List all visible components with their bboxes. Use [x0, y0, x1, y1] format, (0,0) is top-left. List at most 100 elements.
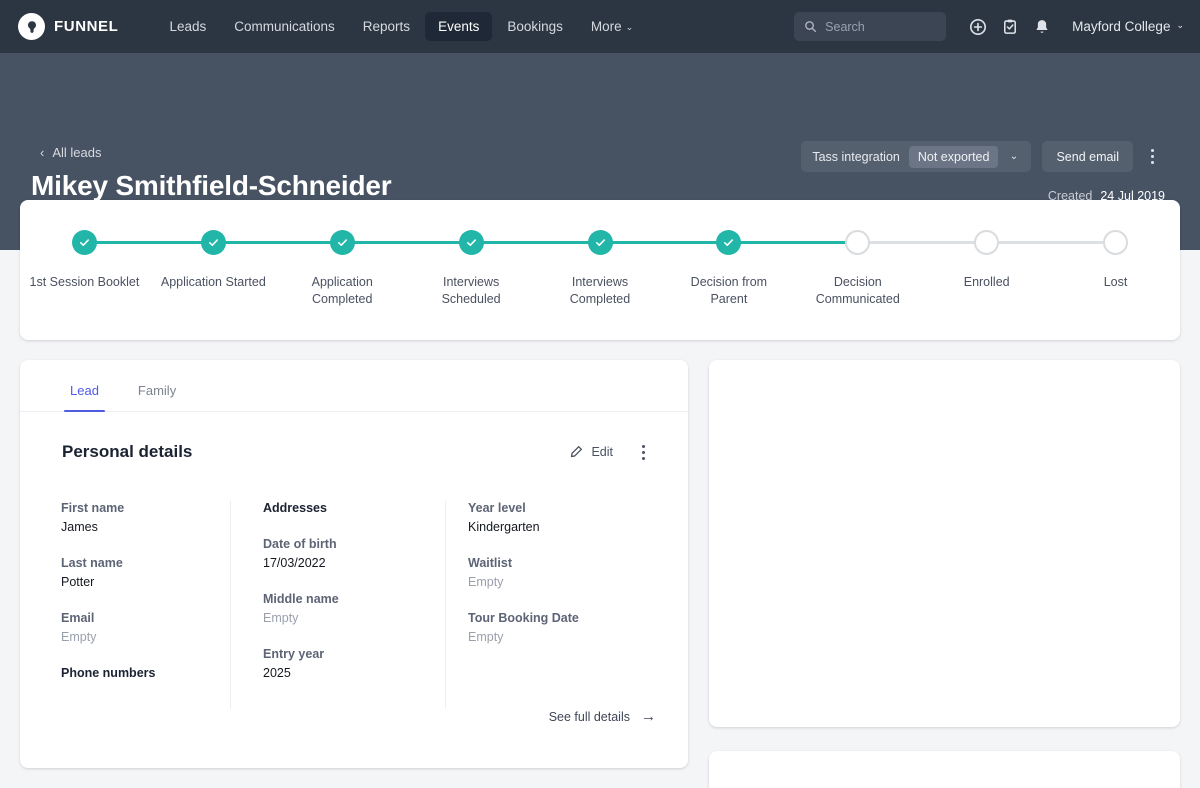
org-name-label: Mayford College: [1072, 19, 1171, 34]
field-middle-name: Middle name Empty: [263, 592, 445, 625]
nav-item-bookings[interactable]: Bookings: [494, 12, 576, 41]
details-column-1: First name James Last name Potter Email …: [20, 501, 230, 709]
step-label: Enrolled: [963, 275, 1010, 289]
check-icon: [595, 239, 605, 246]
field-label: Waitlist: [468, 556, 512, 570]
check-icon: [724, 239, 734, 246]
field-last-name: Last name Potter: [61, 556, 230, 589]
search-box[interactable]: [794, 12, 947, 41]
field-label: Phone numbers: [61, 666, 156, 680]
section-more-options-kebab-icon[interactable]: [631, 440, 655, 464]
step-enrolled[interactable]: Enrolled: [922, 200, 1052, 340]
step-application-started[interactable]: Application Started: [148, 200, 278, 340]
nav-item-communications-label: Communications: [234, 19, 335, 34]
step-label: Application Completed: [311, 275, 373, 306]
step-lost[interactable]: Lost: [1051, 200, 1180, 340]
field-label: Addresses: [263, 501, 327, 515]
edit-button-label: Edit: [591, 445, 613, 459]
step-node[interactable]: [1103, 230, 1129, 255]
back-to-all-leads-link[interactable]: ‹ All leads: [40, 145, 101, 160]
nav-item-events[interactable]: Events: [425, 12, 493, 41]
step-interviews-completed[interactable]: Interviews Completed: [535, 200, 665, 340]
tab-lead-label: Lead: [70, 383, 99, 398]
add-circle-icon[interactable]: [962, 11, 994, 43]
field-value: James: [61, 520, 98, 534]
org-switcher[interactable]: Mayford College ⌄: [1072, 19, 1184, 34]
edit-button[interactable]: Edit: [569, 445, 613, 459]
brand-logo-group[interactable]: FUNNEL: [18, 13, 118, 40]
field-value: Empty: [468, 575, 504, 589]
send-email-button[interactable]: Send email: [1042, 141, 1133, 172]
field-label: Email: [61, 611, 95, 625]
field-addresses[interactable]: Addresses: [263, 501, 445, 515]
tab-family[interactable]: Family: [136, 383, 178, 411]
field-date-of-birth: Date of birth 17/03/2022: [263, 537, 445, 570]
top-navigation-bar: FUNNEL Leads Communications Reports Even…: [0, 0, 1200, 53]
step-label: Interviews Scheduled: [441, 275, 501, 306]
lead-detail-page: FUNNEL Leads Communications Reports Even…: [0, 0, 1200, 788]
step-interviews-scheduled[interactable]: Interviews Scheduled: [406, 200, 536, 340]
field-value: Empty: [263, 611, 299, 625]
step-label: Decision from Parent: [690, 275, 768, 306]
step-node[interactable]: [458, 230, 484, 255]
right-panel-card-primary: [709, 360, 1180, 727]
chevron-down-icon: ⌄: [625, 22, 634, 32]
personal-details-header: Personal details Edit: [20, 412, 688, 464]
nav-item-reports[interactable]: Reports: [350, 12, 423, 41]
pipeline-stepper: 1st Session Booklet Application Started: [20, 200, 1180, 340]
step-node[interactable]: [200, 230, 226, 255]
back-link-label: All leads: [52, 145, 102, 160]
search-input[interactable]: [825, 19, 931, 34]
step-node[interactable]: [716, 230, 742, 255]
tab-family-label: Family: [137, 383, 177, 398]
main-nav-links: Leads Communications Reports Events Book…: [156, 12, 646, 41]
right-panel-card-secondary: [709, 751, 1180, 788]
section-title: Personal details: [62, 442, 193, 461]
step-application-completed[interactable]: Application Completed: [277, 200, 407, 340]
nav-item-communications[interactable]: Communications: [221, 12, 348, 41]
details-column-3: Year level Kindergarten Waitlist Empty T…: [445, 501, 645, 709]
nav-item-leads[interactable]: Leads: [156, 12, 219, 41]
check-icon: [79, 239, 89, 246]
see-full-details-link[interactable]: See full details →: [549, 708, 656, 725]
step-node[interactable]: [974, 230, 1000, 255]
step-label: Interviews Completed: [569, 275, 631, 306]
arrow-right-icon: →: [641, 708, 656, 725]
page-title: Mikey Smithfield-Schneider: [31, 170, 392, 201]
step-node[interactable]: [587, 230, 613, 255]
clipboard-check-icon[interactable]: [994, 11, 1026, 43]
field-waitlist: Waitlist Empty: [468, 556, 645, 589]
nav-right-cluster: Mayford College ⌄: [794, 0, 1184, 53]
check-icon: [208, 239, 218, 246]
field-tour-booking-date: Tour Booking Date Empty: [468, 611, 645, 644]
step-1st-session-booklet[interactable]: 1st Session Booklet: [20, 200, 149, 340]
nav-item-more[interactable]: More ⌄: [578, 12, 646, 41]
step-label: Decision Communicated: [815, 275, 900, 306]
field-label: Year level: [468, 501, 526, 515]
field-phone-numbers[interactable]: Phone numbers: [61, 666, 230, 680]
brand-name: FUNNEL: [54, 18, 119, 35]
step-decision-from-parent[interactable]: Decision from Parent: [664, 200, 794, 340]
field-label: Last name: [61, 556, 123, 570]
step-node[interactable]: [329, 230, 355, 255]
pipeline-stepper-card: 1st Session Booklet Application Started: [20, 200, 1180, 340]
nav-item-more-label: More: [590, 19, 622, 34]
funnel-logo-icon: [18, 13, 45, 40]
step-decision-communicated[interactable]: Decision Communicated: [793, 200, 923, 340]
bell-icon[interactable]: [1026, 11, 1058, 43]
tass-integration-control[interactable]: Tass integration Not exported ⌄: [801, 141, 1032, 172]
field-label: Entry year: [263, 647, 325, 661]
tass-dropdown-chevron-down-icon[interactable]: ⌄: [998, 141, 1029, 172]
pencil-icon: [571, 446, 583, 458]
tass-status-badge: Not exported: [908, 145, 999, 168]
field-value: Empty: [61, 630, 97, 644]
step-node[interactable]: [845, 230, 871, 255]
field-year-level: Year level Kindergarten: [468, 501, 645, 534]
field-label: Middle name: [263, 592, 339, 606]
nav-item-bookings-label: Bookings: [507, 19, 563, 34]
field-entry-year: Entry year 2025: [263, 647, 445, 680]
subheader-actions: Tass integration Not exported ⌄ Send ema…: [801, 141, 1165, 172]
step-node[interactable]: [71, 230, 97, 255]
tab-lead[interactable]: Lead: [64, 383, 105, 412]
more-options-kebab-icon[interactable]: [1139, 141, 1165, 172]
